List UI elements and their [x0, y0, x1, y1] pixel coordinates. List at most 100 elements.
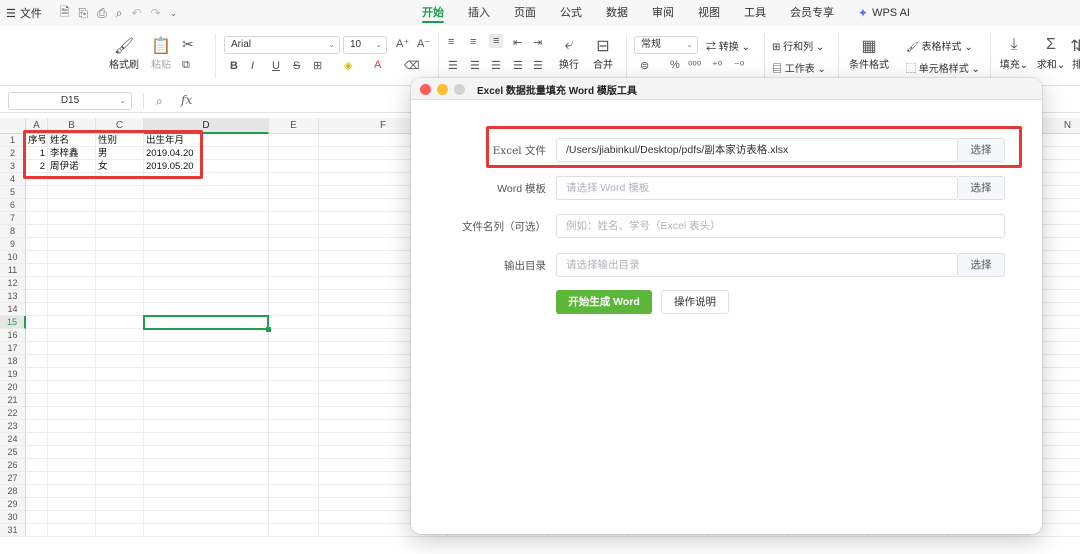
table-style-button[interactable]: 🖌 表格样式 ⌄: [906, 38, 973, 53]
row-header[interactable]: 21: [0, 394, 26, 407]
italic-icon[interactable]: I: [251, 60, 254, 72]
print-preview-icon[interactable]: ⌕: [116, 6, 123, 21]
align-top-icon[interactable]: ≡: [448, 36, 454, 48]
row-header[interactable]: 20: [0, 381, 26, 394]
row-header[interactable]: 28: [0, 485, 26, 498]
row-header[interactable]: 15: [0, 316, 26, 329]
tab-page[interactable]: 页面: [502, 0, 548, 26]
fill-color-icon[interactable]: ◈: [344, 59, 352, 72]
more-icon[interactable]: ⌄: [170, 8, 178, 19]
row-header[interactable]: 17: [0, 342, 26, 355]
sort-button[interactable]: ⇅ 排: [1070, 36, 1080, 71]
zoom-window-button[interactable]: [454, 84, 465, 95]
align-middle-icon[interactable]: ≡: [470, 36, 476, 48]
row-header[interactable]: 25: [0, 446, 26, 459]
align-bottom-icon[interactable]: ≡: [489, 34, 504, 48]
minimize-window-button[interactable]: [437, 84, 448, 95]
row-header[interactable]: 24: [0, 433, 26, 446]
row-header[interactable]: 9: [0, 238, 26, 251]
tab-tools[interactable]: 工具: [732, 0, 778, 26]
font-shrink-icon[interactable]: A⁻: [417, 37, 430, 50]
word-template-input[interactable]: 请选择 Word 模板: [556, 176, 958, 200]
wrap-text-button[interactable]: ⤶ 换行: [555, 36, 583, 71]
align-left-icon[interactable]: ☰: [448, 59, 458, 72]
row-header[interactable]: 23: [0, 420, 26, 433]
instructions-button[interactable]: 操作说明: [661, 290, 729, 314]
tab-data[interactable]: 数据: [594, 0, 640, 26]
clear-format-icon[interactable]: ⌫: [404, 59, 420, 72]
output-dir-input[interactable]: 请选择输出目录: [556, 253, 958, 277]
zoom-icon[interactable]: ⌕: [156, 94, 163, 109]
row-header[interactable]: 13: [0, 290, 26, 303]
worksheet-button[interactable]: ▤ 工作表 ⌄: [772, 60, 826, 75]
thousands-icon[interactable]: ⁰⁰⁰: [688, 59, 701, 72]
decimal-increase-icon[interactable]: ⁺⁰: [712, 59, 722, 72]
number-format-select[interactable]: 常规 ⌄: [634, 36, 698, 54]
row-header[interactable]: 22: [0, 407, 26, 420]
close-window-button[interactable]: [420, 84, 431, 95]
filename-column-input[interactable]: 例如：姓名、学号（Excel 表头）: [556, 214, 1005, 238]
indent-decrease-icon[interactable]: ⇤: [513, 36, 522, 49]
row-header[interactable]: 12: [0, 277, 26, 290]
tab-wps-ai[interactable]: ✦ WPS AI: [846, 0, 922, 26]
tab-formulas[interactable]: 公式: [548, 0, 594, 26]
cut-icon[interactable]: ✂: [182, 36, 194, 53]
border-icon[interactable]: ⊞: [313, 59, 322, 72]
indent-increase-icon[interactable]: ⇥: [533, 36, 542, 49]
font-size-select[interactable]: 10 ⌄: [343, 36, 387, 54]
row-header[interactable]: 31: [0, 524, 26, 537]
row-header[interactable]: 10: [0, 251, 26, 264]
justify-icon[interactable]: ☰: [513, 59, 523, 72]
word-template-choose-button[interactable]: 选择: [958, 176, 1005, 200]
conditional-format-button[interactable]: ▦ 条件格式: [846, 36, 892, 71]
convert-button[interactable]: ⇄ 转换 ⌄: [706, 38, 750, 53]
copy-icon[interactable]: ⧉: [182, 59, 190, 72]
column-header[interactable]: E: [269, 118, 319, 134]
output-dir-choose-button[interactable]: 选择: [958, 253, 1005, 277]
row-header[interactable]: 14: [0, 303, 26, 316]
name-box[interactable]: D15 ⌄: [8, 92, 132, 110]
undo-icon[interactable]: ↶: [131, 6, 141, 20]
distribute-icon[interactable]: ☰: [533, 59, 543, 72]
font-grow-icon[interactable]: A⁺: [396, 37, 409, 50]
row-header[interactable]: 27: [0, 472, 26, 485]
underline-icon[interactable]: U: [272, 60, 280, 72]
row-header[interactable]: 19: [0, 368, 26, 381]
align-center-icon[interactable]: ☰: [470, 59, 480, 72]
format-painter-button[interactable]: 🖌 格式刷: [106, 36, 142, 71]
tab-view[interactable]: 视图: [686, 0, 732, 26]
decimal-decrease-icon[interactable]: ⁻⁰: [734, 59, 744, 72]
redo-icon[interactable]: ↷: [151, 6, 161, 20]
row-header[interactable]: 8: [0, 225, 26, 238]
active-cell-selection[interactable]: [143, 315, 271, 332]
rows-cols-button[interactable]: ⊞ 行和列 ⌄: [772, 38, 824, 53]
sum-button[interactable]: Σ 求和⌄: [1036, 36, 1066, 71]
tab-member[interactable]: 会员专享: [778, 0, 846, 26]
row-header[interactable]: 30: [0, 511, 26, 524]
row-header[interactable]: 26: [0, 459, 26, 472]
row-header[interactable]: 6: [0, 199, 26, 212]
tab-review[interactable]: 审阅: [640, 0, 686, 26]
font-name-select[interactable]: Arial ⌄: [224, 36, 340, 54]
fx-icon[interactable]: fx: [181, 93, 192, 107]
tab-home[interactable]: 开始: [410, 0, 456, 26]
strikethrough-icon[interactable]: S: [293, 60, 300, 72]
align-right-icon[interactable]: ☰: [491, 59, 501, 72]
font-color-icon[interactable]: A: [374, 59, 381, 71]
save-icon[interactable]: 🗎: [60, 3, 70, 24]
tab-insert[interactable]: 插入: [456, 0, 502, 26]
row-header[interactable]: 11: [0, 264, 26, 277]
percent-icon[interactable]: %: [670, 59, 680, 71]
paste-button[interactable]: 📋 粘贴: [146, 36, 176, 71]
cell-style-button[interactable]: ⬚ 单元格样式 ⌄: [906, 60, 980, 75]
row-header[interactable]: 16: [0, 329, 26, 342]
row-header[interactable]: 5: [0, 186, 26, 199]
row-header[interactable]: 29: [0, 498, 26, 511]
fill-button[interactable]: ⤓ 填充⌄: [998, 36, 1030, 71]
export-icon[interactable]: ⎘: [79, 6, 89, 21]
print-icon[interactable]: ⎙: [97, 6, 107, 21]
start-generate-button[interactable]: 开始生成 Word: [556, 290, 652, 314]
currency-icon[interactable]: ⊜: [640, 59, 649, 72]
bold-icon[interactable]: B: [230, 60, 238, 72]
file-menu[interactable]: ☰ 文件: [6, 5, 42, 21]
